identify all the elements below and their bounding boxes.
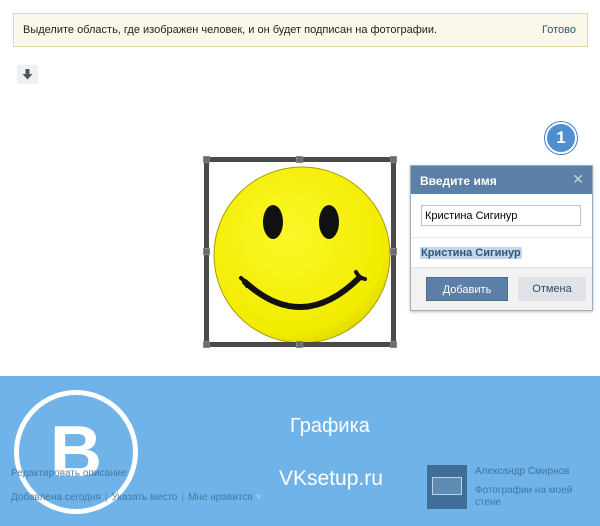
- download-button[interactable]: [17, 65, 38, 84]
- add-button[interactable]: Добавить: [426, 277, 508, 301]
- meta-separator: |: [104, 492, 108, 503]
- name-input[interactable]: [421, 205, 581, 226]
- tagging-notice: Выделите область, где изображен человек,…: [13, 13, 588, 47]
- meta-separator: |: [181, 492, 185, 503]
- photo-tagging-screen: Выделите область, где изображен человек,…: [0, 0, 600, 526]
- dialog-title: Введите имя: [420, 174, 497, 188]
- tag-selection-frame[interactable]: [203, 156, 397, 348]
- cancel-button[interactable]: Отмена: [518, 277, 586, 301]
- photo-area[interactable]: [209, 162, 391, 342]
- resize-handle-top-left[interactable]: [203, 156, 210, 163]
- author-name-link[interactable]: Александр Смирнов: [475, 466, 569, 477]
- added-date: Добавлена сегодня: [11, 492, 101, 503]
- step-badge: 1: [545, 122, 577, 154]
- resize-handle-left[interactable]: [203, 248, 210, 255]
- like-link[interactable]: Мне нравится: [188, 492, 253, 503]
- album-link[interactable]: Фотографии на моей стене: [475, 485, 585, 509]
- close-icon[interactable]: ✕: [572, 171, 584, 188]
- edit-description-link[interactable]: Редактировать описание: [11, 468, 127, 479]
- album-thumbnail-preview: [432, 477, 462, 495]
- resize-handle-right[interactable]: [390, 248, 397, 255]
- enter-name-dialog: Введите имя ✕ Кристина Сигинур Добавить …: [410, 165, 593, 311]
- resize-handle-bottom-right[interactable]: [390, 341, 397, 348]
- smiley-face-image: [213, 166, 391, 342]
- download-arrow-icon: [22, 69, 33, 80]
- resize-handle-top[interactable]: [296, 156, 303, 163]
- resize-handle-bottom[interactable]: [296, 341, 303, 348]
- dialog-header: Введите имя ✕: [411, 166, 592, 194]
- album-thumbnail[interactable]: [427, 465, 467, 509]
- place-link[interactable]: Указать место: [112, 492, 178, 503]
- name-suggestion[interactable]: Кристина Сигинур: [420, 247, 522, 259]
- banner-heading: Графика: [290, 415, 370, 437]
- done-link[interactable]: Готово: [542, 24, 576, 36]
- dialog-divider: [411, 237, 592, 238]
- resize-handle-top-right[interactable]: [390, 156, 397, 163]
- heart-icon[interactable]: ♥: [256, 492, 262, 503]
- dialog-footer: Добавить Отмена: [411, 267, 592, 310]
- photo-meta-row: Добавлена сегодня | Указать место | Мне нрав…: [11, 492, 262, 503]
- resize-handle-bottom-left[interactable]: [203, 341, 210, 348]
- notice-text: Выделите область, где изображен человек,…: [23, 24, 438, 36]
- banner-site-name: VKsetup.ru: [279, 467, 383, 490]
